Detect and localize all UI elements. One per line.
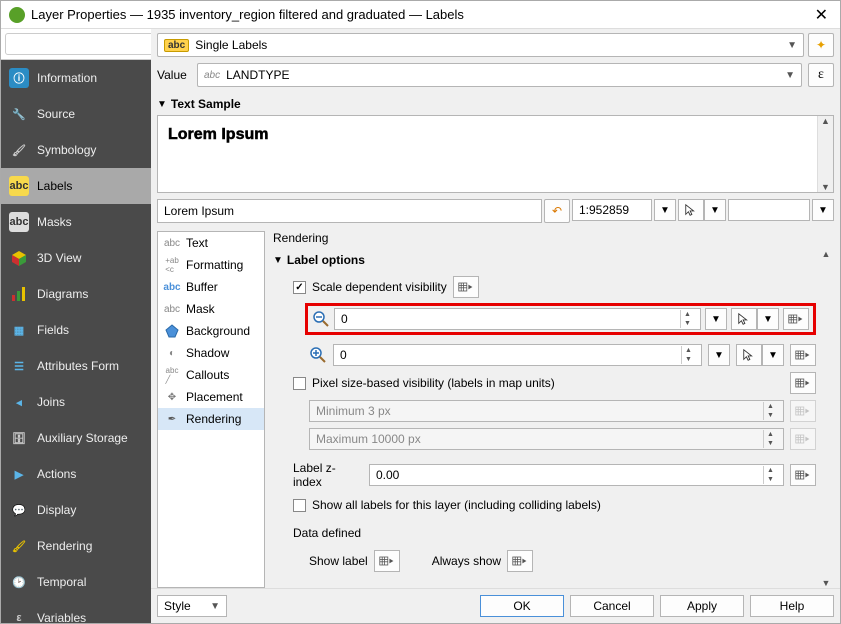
min-scale-input[interactable]: 0▲▼	[334, 308, 701, 330]
show-label-label: Show label	[309, 554, 368, 568]
tab-mask[interactable]: abcMask	[158, 298, 264, 320]
min-scale-cursor-button[interactable]	[731, 308, 757, 330]
help-button[interactable]: Help	[750, 595, 834, 617]
show-all-checkbox[interactable]	[293, 499, 306, 512]
max-scale-cursor-button[interactable]	[736, 344, 762, 366]
tab-rendering[interactable]: ✒Rendering	[158, 408, 264, 430]
label-options-collapser[interactable]: ▼Label options	[273, 249, 816, 271]
show-label-ddo-button[interactable]	[374, 550, 400, 572]
sidebar-item-fields[interactable]: ▦Fields	[1, 312, 151, 348]
label-settings-tabs: abcText +ab<cFormatting abcBuffer abcMas…	[157, 231, 265, 588]
max-px-ddo-button[interactable]	[790, 428, 816, 450]
tab-shadow[interactable]: ◐Shadow	[158, 342, 264, 364]
tab-text[interactable]: abcText	[158, 232, 264, 254]
max-scale-input[interactable]: 0▲▼	[333, 344, 702, 366]
min-scale-ddo-button[interactable]	[783, 308, 809, 330]
min-scale-highlight: 0▲▼ ▼ ▼	[305, 303, 816, 335]
label-mode-combo[interactable]: abc Single Labels ▼	[157, 33, 804, 57]
close-icon[interactable]: ✕	[811, 5, 832, 25]
cancel-button[interactable]: Cancel	[570, 595, 654, 617]
always-show-label: Always show	[432, 554, 501, 568]
tab-formatting[interactable]: +ab<cFormatting	[158, 254, 264, 276]
scale-dependent-label: Scale dependent visibility	[312, 280, 447, 294]
tab-callouts[interactable]: abc╱Callouts	[158, 364, 264, 386]
max-px-input: Maximum 10000 px▲▼	[309, 428, 784, 450]
sidebar-item-information[interactable]: ⓘInformation	[1, 60, 151, 96]
sample-text-input[interactable]	[157, 199, 542, 223]
z-index-label: Label z-index	[293, 461, 363, 489]
value-field-combo[interactable]: abc LANDTYPE ▼	[197, 63, 802, 87]
sidebar-item-rendering[interactable]: 🖌Rendering	[1, 528, 151, 564]
min-px-ddo-button[interactable]	[790, 400, 816, 422]
abc-field-icon: abc	[204, 70, 220, 81]
rendering-title: Rendering	[271, 231, 834, 249]
sidebar-item-attributes-form[interactable]: ☰Attributes Form	[1, 348, 151, 384]
text-sample-collapser[interactable]: ▼Text Sample	[157, 93, 834, 115]
show-all-label: Show all labels for this layer (includin…	[312, 498, 601, 512]
always-show-ddo-button[interactable]	[507, 550, 533, 572]
sidebar-item-labels[interactable]: abcLabels	[1, 168, 151, 204]
min-px-input: Minimum 3 px▲▼	[309, 400, 784, 422]
pixel-size-checkbox[interactable]	[293, 377, 306, 390]
sidebar-item-actions[interactable]: ▶Actions	[1, 456, 151, 492]
sidebar-item-joins[interactable]: ◂Joins	[1, 384, 151, 420]
sidebar-item-auxiliary-storage[interactable]: 🗄Auxiliary Storage	[1, 420, 151, 456]
z-index-input[interactable]: 0.00▲▼	[369, 464, 784, 486]
ok-button[interactable]: OK	[480, 595, 564, 617]
apply-button[interactable]: Apply	[660, 595, 744, 617]
cursor-tool-dropdown[interactable]: ▼	[704, 199, 726, 221]
min-scale-dropdown[interactable]: ▼	[705, 308, 727, 330]
qgis-icon	[9, 7, 25, 23]
zoom-in-icon	[309, 346, 327, 364]
style-combo[interactable]: Style▼	[157, 595, 227, 617]
zoom-out-icon	[312, 310, 330, 328]
sidebar-item-display[interactable]: 💬Display	[1, 492, 151, 528]
min-scale-cursor-dropdown[interactable]: ▼	[757, 308, 779, 330]
z-index-ddo-button[interactable]	[790, 464, 816, 486]
sidebar-item-masks[interactable]: abcMasks	[1, 204, 151, 240]
background-color-dropdown[interactable]: ▼	[812, 199, 834, 221]
sidebar-item-3dview[interactable]: 3D View	[1, 240, 151, 276]
abc-tag-icon: abc	[164, 39, 189, 52]
max-scale-cursor-dropdown[interactable]: ▼	[762, 344, 784, 366]
pixel-size-ddo-button[interactable]	[790, 372, 816, 394]
sidebar-item-variables[interactable]: εVariables	[1, 600, 151, 623]
scale-combo[interactable]: 1:952859	[572, 199, 652, 221]
options-scrollbar[interactable]: ▲▼	[818, 249, 834, 588]
expression-button[interactable]: ε	[808, 63, 834, 87]
max-scale-dropdown[interactable]: ▼	[708, 344, 730, 366]
chevron-down-icon: ▼	[785, 70, 795, 81]
text-sample-preview: Lorem Ipsum ▲▼	[157, 115, 834, 193]
max-scale-ddo-button[interactable]	[790, 344, 816, 366]
tab-buffer[interactable]: abcBuffer	[158, 276, 264, 298]
engine-settings-button[interactable]: ✦	[808, 33, 834, 57]
sample-scrollbar[interactable]: ▲▼	[817, 116, 833, 192]
tab-placement[interactable]: ✥Placement	[158, 386, 264, 408]
sidebar-item-temporal[interactable]: 🕑Temporal	[1, 564, 151, 600]
scale-dropdown-button[interactable]: ▼	[654, 199, 676, 221]
window-title: Layer Properties — 1935 inventory_region…	[31, 7, 811, 22]
sidebar-item-diagrams[interactable]: Diagrams	[1, 276, 151, 312]
scale-dependent-ddo-button[interactable]	[453, 276, 479, 298]
scale-dependent-checkbox[interactable]	[293, 281, 306, 294]
sidebar-item-source[interactable]: 🔧Source	[1, 96, 151, 132]
tab-background[interactable]: Background	[158, 320, 264, 342]
reset-sample-button[interactable]: ↶	[544, 199, 570, 223]
value-label: Value	[157, 68, 191, 82]
background-color-combo[interactable]	[728, 199, 810, 221]
data-defined-label: Data defined	[293, 526, 361, 540]
cursor-tool-button[interactable]	[678, 199, 704, 221]
sidebar-item-symbology[interactable]: 🖌Symbology	[1, 132, 151, 168]
chevron-down-icon: ▼	[787, 40, 797, 51]
pixel-size-label: Pixel size-based visibility (labels in m…	[312, 376, 784, 390]
